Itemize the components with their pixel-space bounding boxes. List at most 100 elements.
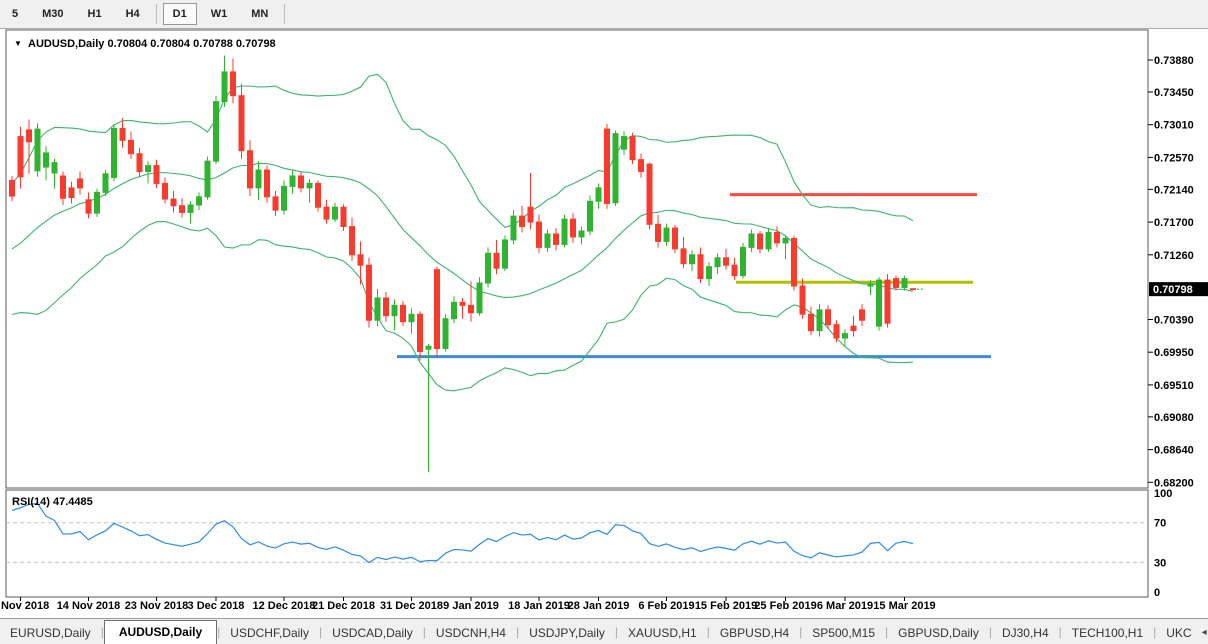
price-chart-canvas[interactable]: 0.738800.734500.730100.725700.721400.717…: [0, 0, 1208, 644]
chart-title-quote: AUDUSD,Daily 0.70804 0.70804 0.70788 0.7…: [28, 38, 276, 50]
chart-tab-dj30-h4[interactable]: DJ30,H4: [992, 622, 1059, 644]
candle-body: [494, 253, 499, 268]
candle-body: [180, 206, 185, 213]
date-axis-label: 3 Dec 2018: [188, 600, 245, 612]
candle-body: [214, 102, 219, 161]
candle-body: [741, 247, 746, 275]
candle-body: [486, 253, 491, 283]
chart-tab-usdcad-daily[interactable]: USDCAD,Daily: [322, 622, 423, 644]
price-axis-label: 0.69510: [1154, 380, 1194, 392]
main-pane: [6, 30, 1148, 488]
candle-body: [27, 130, 32, 142]
candle-body: [562, 219, 567, 244]
candle-body: [834, 325, 839, 338]
candle-body: [664, 228, 669, 241]
date-axis-label: 15 Mar 2019: [873, 600, 935, 612]
candle-body: [299, 176, 304, 188]
candle-body: [18, 137, 23, 177]
candle-body: [588, 201, 593, 231]
candle-body: [732, 265, 737, 275]
timeframe-button-h1[interactable]: H1: [78, 3, 112, 25]
chart-tab-usdchf-daily[interactable]: USDCHF,Daily: [220, 622, 319, 644]
candle-body: [554, 234, 559, 244]
candle-body: [656, 224, 661, 241]
candle-body: [792, 238, 797, 286]
chart-tab-ukc[interactable]: UKC: [1156, 622, 1201, 644]
candle-body: [171, 199, 176, 206]
price-axis-label: 0.69080: [1154, 412, 1194, 424]
candle-body: [613, 134, 618, 203]
date-axis-label: 23 Nov 2018: [125, 600, 189, 612]
candle-body: [112, 128, 117, 177]
chart-tab-eurusd-daily[interactable]: EURUSD,Daily: [0, 622, 101, 644]
timeframe-button-w1[interactable]: W1: [201, 3, 238, 25]
tab-scroll-left-icon[interactable]: ◂: [1202, 627, 1207, 638]
date-axis-label: 31 Dec 2018: [380, 600, 443, 612]
timeframe-button-d1[interactable]: D1: [163, 3, 197, 25]
rsi-axis-label: 0: [1154, 587, 1160, 599]
chart-tab-usdcnh-h4[interactable]: USDCNH,H4: [426, 622, 516, 644]
candle-body: [307, 183, 312, 187]
candle-body: [409, 314, 414, 321]
candle-body: [698, 255, 703, 279]
date-axis-label: 9 Jan 2019: [443, 600, 499, 612]
candle-body: [61, 176, 66, 198]
symbol-dropdown-icon[interactable]: ▼: [14, 39, 22, 48]
candle-body: [265, 170, 270, 197]
candle-body: [783, 238, 788, 242]
chart-tab-tech100-h1[interactable]: TECH100,H1: [1062, 622, 1153, 644]
candle-body: [78, 179, 83, 188]
candle-body: [95, 192, 100, 213]
candle-body: [707, 267, 712, 279]
candle-body: [809, 314, 814, 330]
timeframe-button-h4[interactable]: H4: [116, 3, 150, 25]
chart-tab-usdjpy-daily[interactable]: USDJPY,Daily: [519, 622, 615, 644]
date-axis-label: 12 Dec 2018: [253, 600, 316, 612]
candle-body: [545, 234, 550, 247]
candle-body: [290, 176, 295, 186]
candle-body: [902, 279, 907, 288]
candle-body: [826, 310, 831, 325]
timeframe-button-m30[interactable]: M30: [32, 3, 73, 25]
candle-body: [860, 310, 865, 320]
candle-body: [333, 207, 338, 219]
mt4-chart-window: 5M30H1H4D1W1MN 0.738800.734500.730100.72…: [0, 0, 1208, 644]
chart-tab-sp500-m15[interactable]: SP500,M15: [802, 622, 885, 644]
price-axis-label: 0.72570: [1154, 152, 1194, 164]
tab-scroll-arrows: ◂▸: [1202, 627, 1208, 638]
candle-body: [163, 183, 168, 199]
chart-tab-xauusd-h1[interactable]: XAUUSD,H1: [618, 622, 707, 644]
candle-body: [605, 129, 610, 203]
candle-body: [129, 140, 134, 153]
price-axis-label: 0.69950: [1154, 347, 1194, 359]
chart-tab-gbpusd-h4[interactable]: GBPUSD,H4: [710, 622, 799, 644]
date-axis-label: 18 Jan 2019: [508, 600, 570, 612]
date-axis-label: 28 Jan 2019: [568, 600, 630, 612]
candle-body: [120, 128, 125, 140]
timeframe-button-5[interactable]: 5: [2, 3, 28, 25]
candle-body: [239, 96, 244, 151]
price-axis-label: 0.73010: [1154, 120, 1194, 132]
candle-body: [35, 129, 40, 171]
chart-tab-audusd-daily[interactable]: AUDUSD,Daily: [104, 620, 217, 644]
candle-body: [137, 154, 142, 172]
candle-body: [324, 207, 329, 219]
candle-body: [384, 298, 389, 316]
candle-body: [188, 205, 193, 212]
candle-body: [477, 283, 482, 313]
candle-body: [868, 285, 873, 286]
price-axis-label: 0.71260: [1154, 250, 1194, 262]
candle-body: [69, 188, 74, 198]
candle-body: [154, 166, 159, 184]
rsi-pane: [6, 490, 1148, 597]
timeframe-button-mn[interactable]: MN: [241, 3, 278, 25]
date-axis-label: 5 Nov 2018: [0, 600, 49, 612]
chart-tab-gbpusd-daily[interactable]: GBPUSD,Daily: [888, 622, 989, 644]
date-axis-label: 21 Dec 2018: [312, 600, 375, 612]
candle-body: [537, 222, 542, 247]
candle-body: [52, 163, 57, 173]
candle-body: [622, 137, 627, 150]
candle-body: [282, 186, 287, 210]
candle-body: [350, 227, 355, 255]
rsi-axis-label: 100: [1154, 488, 1172, 500]
